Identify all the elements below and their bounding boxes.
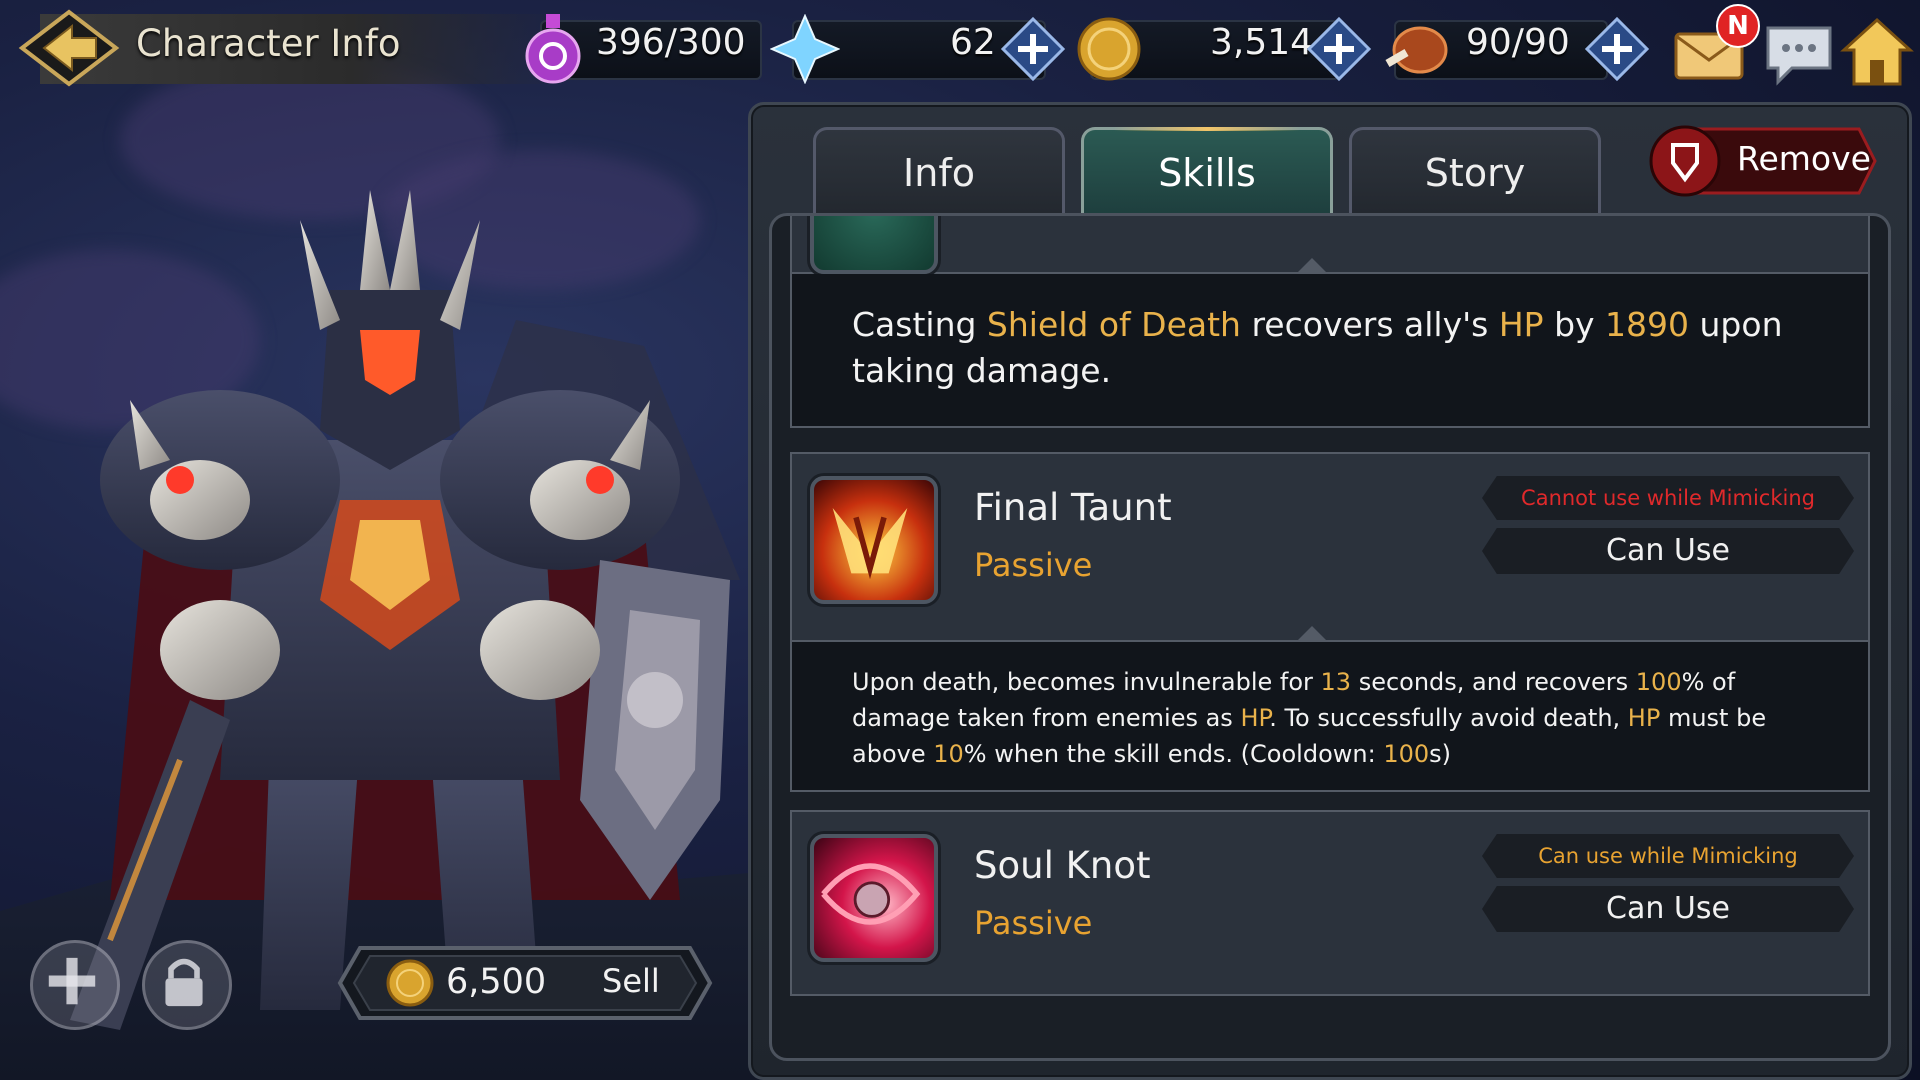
mimic-status: Can use while Mimicking xyxy=(1482,834,1854,878)
shield-of-death-icon xyxy=(810,216,938,274)
sell-price: 6,500 xyxy=(446,962,547,1002)
tab-info[interactable]: Info xyxy=(813,127,1065,213)
skill-type: Passive xyxy=(974,546,1093,584)
gem-icon xyxy=(770,14,840,84)
skill-name: Final Taunt xyxy=(974,486,1172,529)
chat-icon[interactable] xyxy=(1762,22,1836,88)
add-button[interactable] xyxy=(30,940,120,1030)
stamina-value: 396/300 xyxy=(596,22,746,63)
remove-label: Remove xyxy=(1737,139,1871,178)
food-meat-icon xyxy=(1385,26,1448,74)
skill-card-soul-knot[interactable]: Soul Knot Passive Can use while Mimickin… xyxy=(790,810,1870,996)
usable-status: Can Use xyxy=(1482,528,1854,574)
home-icon[interactable] xyxy=(1840,16,1914,88)
lock-button[interactable] xyxy=(142,940,232,1030)
skill-description-text: Upon death, becomes invulnerable for 13 … xyxy=(852,668,1767,768)
add-gold-button[interactable] xyxy=(1306,16,1372,82)
gold-value: 3,514 xyxy=(1210,22,1314,63)
gems-value: 62 xyxy=(950,22,996,63)
skill-card-final-taunt[interactable]: Final Taunt Passive Cannot use while Mim… xyxy=(790,452,1870,642)
lock-icon xyxy=(165,958,203,1007)
add-gems-button[interactable] xyxy=(1000,16,1066,82)
plus-icon xyxy=(48,957,96,1005)
skill-description-text: Casting Shield of Death recovers ally's … xyxy=(852,305,1783,390)
gold-coin-icon xyxy=(1077,17,1141,81)
final-taunt-icon xyxy=(810,476,938,604)
soul-knot-icon xyxy=(810,834,938,962)
skill-list[interactable]: Casting Shield of Death recovers ally's … xyxy=(769,213,1891,1061)
page-title: Character Info xyxy=(136,22,401,65)
character-model xyxy=(70,190,730,1030)
skill-type: Passive xyxy=(974,904,1093,942)
add-food-button[interactable] xyxy=(1584,16,1650,82)
food-value: 90/90 xyxy=(1466,22,1570,63)
usable-status: Can Use xyxy=(1482,886,1854,932)
stamina-potion-icon xyxy=(525,14,581,84)
tab-story[interactable]: Story xyxy=(1349,127,1601,213)
tab-skills[interactable]: Skills xyxy=(1081,127,1333,213)
mail-badge: N xyxy=(1716,4,1760,48)
skill-card-partial xyxy=(790,216,1870,274)
mimic-status: Cannot use while Mimicking xyxy=(1482,476,1854,520)
skill-name: Soul Knot xyxy=(974,844,1151,887)
sell-label: Sell xyxy=(602,962,660,1000)
top-bar: Character Info 396/300 62 3,514 90/90 N xyxy=(0,0,1920,100)
back-arrow-icon[interactable] xyxy=(14,8,124,88)
skill-description: Casting Shield of Death recovers ally's … xyxy=(790,274,1870,428)
card-notch xyxy=(1296,626,1328,642)
skill-description: Upon death, becomes invulnerable for 13 … xyxy=(790,642,1870,792)
card-notch xyxy=(1296,258,1328,274)
skills-panel: Info Skills Story Remove Casting Shield … xyxy=(748,102,1912,1080)
